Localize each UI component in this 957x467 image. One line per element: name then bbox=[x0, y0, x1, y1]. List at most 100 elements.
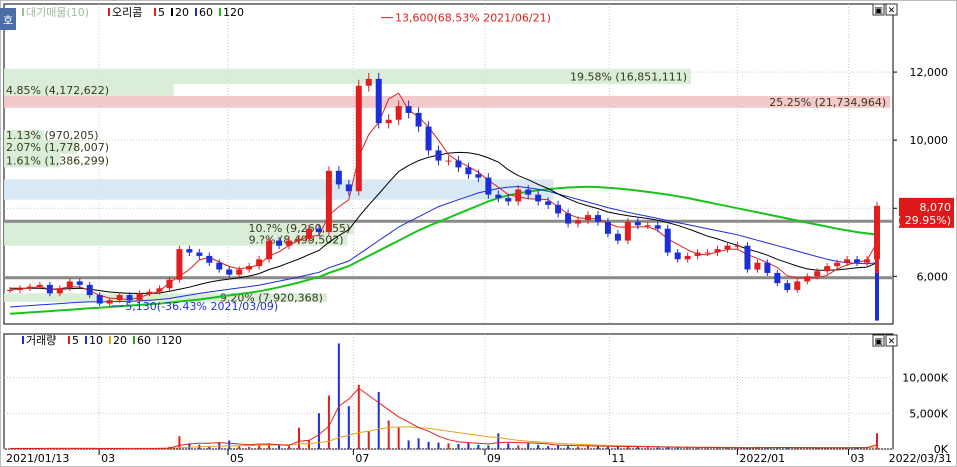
candle-body bbox=[875, 205, 879, 273]
candle-body bbox=[854, 259, 861, 263]
volume-bar bbox=[497, 433, 500, 449]
volume-bar bbox=[467, 442, 470, 449]
window-button-glyph: ▣ bbox=[874, 6, 883, 16]
window-button-glyph: ▣ bbox=[874, 337, 883, 347]
candle-body bbox=[555, 204, 562, 214]
volume-bar bbox=[477, 444, 480, 449]
price-legend-label: 20 bbox=[175, 6, 189, 19]
price-legend-swatch bbox=[219, 8, 221, 16]
candle-body bbox=[116, 295, 123, 301]
candle-body bbox=[535, 194, 542, 202]
candle-body bbox=[734, 245, 741, 247]
candle-body bbox=[694, 252, 701, 256]
volume-bar bbox=[636, 446, 639, 449]
candle-body bbox=[226, 269, 233, 275]
candle-body bbox=[415, 112, 422, 127]
volume-bar bbox=[367, 431, 370, 449]
candle-body bbox=[764, 262, 771, 273]
price-legend-swatch bbox=[171, 8, 173, 16]
volume-bar bbox=[278, 445, 281, 449]
volume-bar bbox=[507, 443, 510, 449]
candle-body bbox=[106, 300, 113, 304]
candle-body bbox=[485, 177, 492, 195]
candle-body bbox=[395, 106, 402, 120]
candle-body bbox=[76, 281, 83, 285]
volume-legend-label: 120 bbox=[161, 334, 182, 347]
candle-body bbox=[525, 189, 532, 195]
stock-chart[interactable]: 6,0008,00010,00012,0000K5,000K10,000K202… bbox=[0, 0, 957, 467]
candle-body bbox=[166, 279, 173, 289]
volume-profile-label: 4.85% (4,172,622) bbox=[6, 84, 109, 97]
candle-body bbox=[256, 259, 263, 267]
volume-bar bbox=[387, 420, 390, 449]
candle-body bbox=[355, 85, 362, 192]
volume-profile-label: 1.61% (1,386,299) bbox=[6, 155, 109, 168]
candle-body bbox=[56, 288, 63, 294]
date-tick-label: 2021/01/13 bbox=[6, 452, 69, 465]
window-button-glyph: ✕ bbox=[888, 337, 896, 347]
date-tick-label: 2022/03/31 bbox=[889, 452, 952, 465]
candle-body bbox=[654, 225, 661, 229]
date-tick-label: 09 bbox=[487, 452, 501, 465]
candle-body bbox=[186, 249, 193, 253]
price-annotation: 13,600(68.53% 2021/06/21) bbox=[395, 12, 551, 25]
candle-body bbox=[335, 170, 342, 185]
price-legend-label: 120 bbox=[223, 6, 244, 19]
candle-body bbox=[704, 252, 711, 254]
date-tick-label: 11 bbox=[611, 452, 625, 465]
price-legend-swatch bbox=[22, 8, 24, 16]
price-legend-swatch bbox=[195, 8, 197, 16]
candle-body bbox=[146, 291, 153, 294]
date-tick-label: 03 bbox=[851, 452, 865, 465]
price-tick-label: 6,000 bbox=[917, 270, 949, 283]
volume-bar bbox=[307, 440, 310, 449]
price-legend-swatch bbox=[108, 8, 110, 16]
maximize-icon[interactable]: ▣ bbox=[872, 3, 885, 16]
window-button-glyph: ✕ bbox=[888, 6, 896, 16]
candle-body bbox=[565, 213, 572, 224]
volume-bar bbox=[178, 436, 181, 449]
candle-body bbox=[604, 221, 611, 234]
candle-body bbox=[744, 245, 751, 270]
candle-body bbox=[266, 240, 273, 260]
candle-body bbox=[714, 249, 721, 253]
maximize-icon[interactable]: ▣ bbox=[872, 334, 885, 347]
close-icon[interactable]: ✕ bbox=[885, 334, 898, 347]
volume-bar bbox=[447, 443, 450, 449]
candle-body bbox=[176, 249, 183, 280]
volume-bar bbox=[238, 446, 241, 449]
candle-body bbox=[16, 288, 23, 290]
volume-bar bbox=[407, 440, 410, 449]
candle-body bbox=[385, 119, 392, 124]
date-tick-label: 07 bbox=[355, 452, 369, 465]
volume-bar bbox=[228, 440, 231, 449]
candle-body bbox=[66, 281, 73, 289]
candle-body bbox=[46, 284, 53, 294]
close-icon[interactable]: ✕ bbox=[885, 3, 898, 16]
candle-body bbox=[724, 245, 731, 250]
candle-body bbox=[7, 289, 13, 291]
side-tab-label: 호 bbox=[3, 14, 13, 27]
volume-legend-label: 60 bbox=[137, 334, 151, 347]
candle-body bbox=[206, 255, 213, 263]
volume-profile-bar bbox=[4, 179, 554, 200]
candle-body bbox=[296, 238, 302, 241]
candle-body bbox=[36, 284, 43, 287]
volume-legend-label: 5 bbox=[72, 334, 79, 347]
volume-bar bbox=[437, 442, 440, 449]
candle-body bbox=[575, 220, 582, 224]
volume-tick-label: 5,000K bbox=[909, 407, 948, 420]
candle-body bbox=[236, 269, 243, 275]
candle-body bbox=[86, 284, 93, 296]
volume-legend-swatch bbox=[109, 336, 111, 344]
candle-body bbox=[784, 283, 791, 290]
candle-body bbox=[804, 276, 811, 282]
volume-legend-label: 20 bbox=[113, 334, 127, 347]
price-legend-label: 60 bbox=[199, 6, 213, 19]
candle-body bbox=[824, 266, 831, 272]
candle-body bbox=[276, 240, 283, 246]
candle-body bbox=[475, 174, 482, 178]
candle-body bbox=[594, 215, 601, 222]
date-tick-label: 2022/01 bbox=[739, 452, 785, 465]
volume-legend-swatch bbox=[133, 336, 135, 344]
